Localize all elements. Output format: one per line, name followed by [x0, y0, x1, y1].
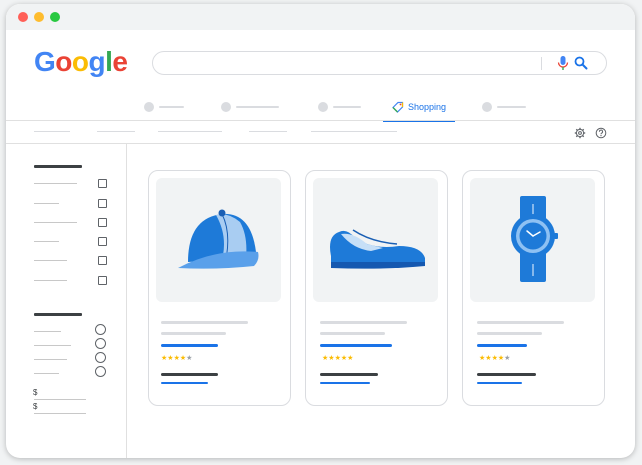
- filters-divider: [6, 143, 635, 144]
- filter-radio[interactable]: [95, 324, 106, 335]
- filter-chip-placeholder[interactable]: [158, 131, 222, 132]
- product-shipping-link[interactable]: [477, 382, 522, 384]
- max-price-prefix: $: [33, 402, 38, 411]
- logo-letter: o: [71, 46, 89, 77]
- google-logo[interactable]: Google: [34, 46, 128, 78]
- product-title-line: [161, 321, 248, 324]
- star-empty-icon: ★: [186, 355, 193, 362]
- filter-chip-placeholder[interactable]: [34, 131, 70, 132]
- tab-placeholder[interactable]: [482, 102, 527, 112]
- filter-option-label: [34, 183, 77, 184]
- merchant-link[interactable]: [161, 344, 218, 347]
- product-title-line: [320, 321, 407, 324]
- shopping-tag-icon: [392, 101, 404, 113]
- product-card[interactable]: ★★★★★: [148, 170, 291, 406]
- filter-option-label: [34, 260, 67, 261]
- product-title-line: [161, 332, 226, 335]
- maximize-window-button[interactable]: [50, 12, 60, 22]
- filter-option-label: [34, 345, 71, 346]
- watch-icon: [511, 196, 558, 282]
- tab-shopping-label: Shopping: [408, 102, 447, 112]
- logo-letter: l: [105, 46, 113, 77]
- sidebar-divider: [126, 144, 127, 458]
- product-card[interactable]: ★★★★★: [462, 170, 605, 406]
- filter-chip-placeholder[interactable]: [249, 131, 287, 132]
- filter-option-label: [34, 359, 67, 360]
- help-icon[interactable]: [595, 127, 607, 139]
- min-price-prefix: $: [33, 388, 38, 397]
- minimize-window-button[interactable]: [34, 12, 44, 22]
- filter-chip-placeholder[interactable]: [97, 131, 135, 132]
- tab-placeholder[interactable]: [221, 102, 281, 112]
- search-icon[interactable]: [573, 55, 589, 71]
- product-title-line: [477, 321, 564, 324]
- sneaker-icon: [330, 229, 425, 269]
- filter-checkbox[interactable]: [98, 256, 107, 265]
- filter-checkbox[interactable]: [98, 179, 107, 188]
- merchant-link[interactable]: [477, 344, 527, 347]
- tab-shopping[interactable]: Shopping: [383, 94, 455, 122]
- max-price-input[interactable]: [34, 413, 86, 414]
- product-shipping-link[interactable]: [161, 382, 208, 384]
- logo-letter: o: [55, 46, 72, 77]
- product-image[interactable]: [156, 178, 281, 302]
- filter-chip-placeholder[interactable]: [311, 131, 397, 132]
- browser-window: Google Shopping $ $ ★★★★★ ★★★★★ ★★★★★: [6, 4, 635, 458]
- min-price-input[interactable]: [34, 399, 86, 400]
- product-price: [320, 373, 378, 376]
- cap-icon: [178, 209, 259, 269]
- product-image[interactable]: [313, 178, 438, 302]
- filter-checkbox[interactable]: [98, 199, 107, 208]
- filter-option-label: [34, 222, 77, 223]
- filter-option-label: [34, 373, 59, 374]
- search-input[interactable]: [152, 51, 607, 75]
- search-tabs: Shopping: [6, 94, 635, 122]
- close-window-button[interactable]: [18, 12, 28, 22]
- product-card[interactable]: ★★★★★: [305, 170, 448, 406]
- star-filled-icon: ★: [347, 355, 354, 362]
- filter-checkbox[interactable]: [98, 218, 107, 227]
- filter-checkbox[interactable]: [98, 276, 107, 285]
- tabs-divider: [6, 120, 635, 121]
- rating-stars: ★★★★★: [161, 355, 192, 362]
- rating-stars: ★★★★★: [479, 355, 510, 362]
- product-shipping-link[interactable]: [320, 382, 370, 384]
- product-title-line: [477, 332, 542, 335]
- filter-group-heading: [34, 165, 82, 168]
- logo-letter: G: [34, 46, 56, 77]
- merchant-link[interactable]: [320, 344, 392, 347]
- product-title-line: [320, 332, 385, 335]
- gear-icon[interactable]: [574, 127, 586, 139]
- filter-option-label: [34, 331, 61, 332]
- filter-option-label: [34, 280, 67, 281]
- filter-radio[interactable]: [95, 366, 106, 377]
- logo-letter: e: [112, 46, 128, 77]
- mic-icon[interactable]: [556, 55, 570, 71]
- browser-title-bar: [6, 4, 635, 30]
- product-image[interactable]: [470, 178, 595, 302]
- filter-option-label: [34, 241, 59, 242]
- filter-radio[interactable]: [95, 338, 106, 349]
- star-empty-icon: ★: [504, 355, 511, 362]
- logo-letter: g: [88, 46, 106, 77]
- filter-radio[interactable]: [95, 352, 106, 363]
- product-price: [477, 373, 536, 376]
- product-price: [161, 373, 218, 376]
- filter-checkbox[interactable]: [98, 237, 107, 246]
- rating-stars: ★★★★★: [322, 355, 353, 362]
- filter-group-heading: [34, 313, 82, 316]
- tab-placeholder[interactable]: [318, 102, 361, 112]
- filter-option-label: [34, 203, 59, 204]
- search-divider: [541, 57, 542, 70]
- tab-placeholder[interactable]: [144, 102, 186, 112]
